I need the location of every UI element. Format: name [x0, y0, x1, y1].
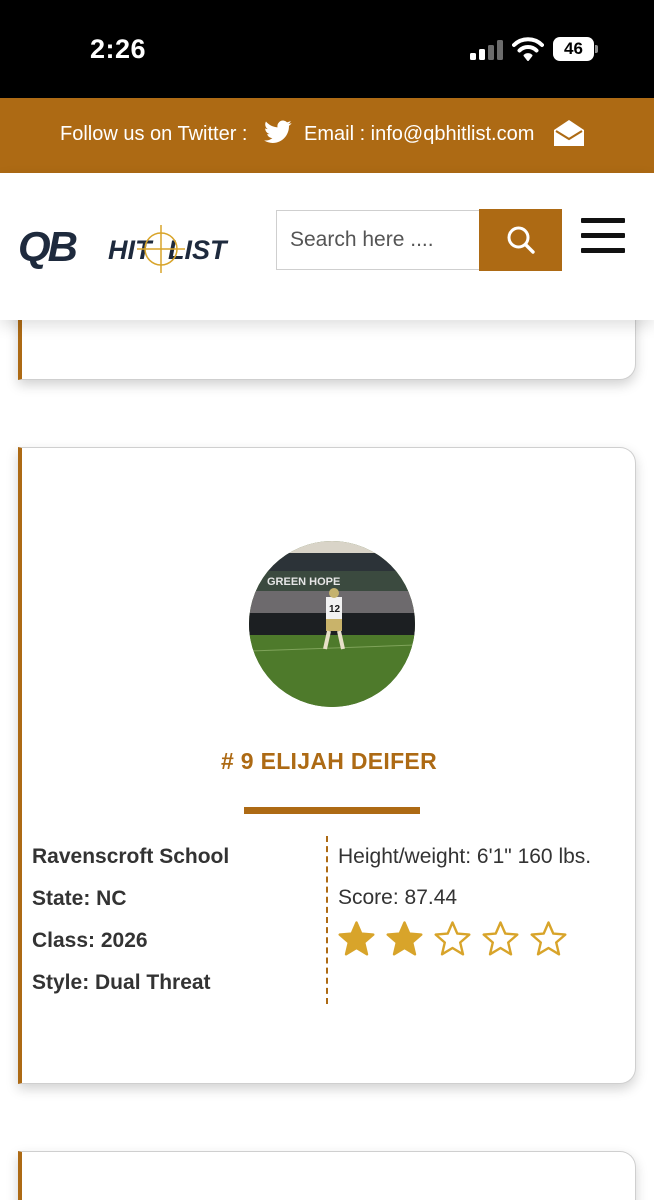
logo-hit-text: HIT — [108, 235, 154, 265]
twitter-follow-label: Follow us on Twitter : — [60, 123, 248, 145]
search-input[interactable] — [277, 211, 480, 269]
star-filled-icon — [386, 921, 423, 956]
top-contact-bar: Follow us on Twitter : Email : info@qbhi… — [0, 98, 654, 173]
player-state: State: NC — [32, 887, 127, 910]
player-card-next — [18, 1151, 636, 1200]
logo-qb-text: QB — [18, 223, 77, 271]
name-underline — [244, 807, 420, 814]
twitter-icon[interactable] — [264, 120, 292, 144]
search-field[interactable] — [276, 210, 480, 270]
search-icon — [507, 226, 535, 254]
hamburger-menu-icon[interactable] — [581, 218, 625, 254]
star-filled-icon — [338, 921, 375, 956]
status-time: 2:26 — [90, 34, 147, 64]
player-info-left: Ravenscroft School State: NC Class: 2026… — [32, 844, 322, 1012]
info-divider — [326, 836, 328, 1004]
star-empty-icon — [482, 921, 519, 956]
player-school: Ravenscroft School — [32, 845, 230, 868]
player-name[interactable]: # 9 ELIJAH DEIFER — [22, 748, 636, 775]
crosshair-icon — [137, 225, 185, 273]
star-empty-icon — [530, 921, 567, 956]
star-rating — [338, 921, 578, 959]
player-style: Style: Dual Threat — [32, 971, 211, 994]
player-info-right: Height/weight: 6'1" 160 lbs. Score: 87.4… — [338, 844, 628, 926]
cellular-signal-icon — [470, 40, 504, 60]
envelope-icon[interactable] — [553, 119, 585, 147]
battery-icon: 46 — [553, 37, 599, 61]
battery-level: 46 — [564, 39, 583, 58]
status-bar: 2:26 46 — [0, 0, 654, 98]
player-class: Class: 2026 — [32, 929, 148, 952]
search-button[interactable] — [479, 209, 562, 271]
photo-banner-text: GREEN HOPE — [267, 576, 340, 588]
wifi-icon — [512, 37, 544, 61]
email-link[interactable]: Email : info@qbhitlist.com — [304, 123, 534, 146]
player-card: GREEN HOPE 12 # 9 ELIJAH DEIFER Ravenscr… — [18, 447, 636, 1084]
player-photo-image: GREEN HOPE 12 — [249, 541, 415, 707]
player-photo[interactable]: GREEN HOPE 12 — [249, 541, 415, 707]
qbhitlist-logo[interactable]: QB HIT LIST — [18, 217, 233, 277]
player-height-weight: Height/weight: 6'1" 160 lbs. — [338, 845, 592, 868]
player-score: Score: 87.44 — [338, 886, 458, 909]
photo-jersey-number: 12 — [329, 604, 341, 615]
star-empty-icon — [434, 921, 471, 956]
site-header: QB HIT LIST — [0, 173, 654, 320]
